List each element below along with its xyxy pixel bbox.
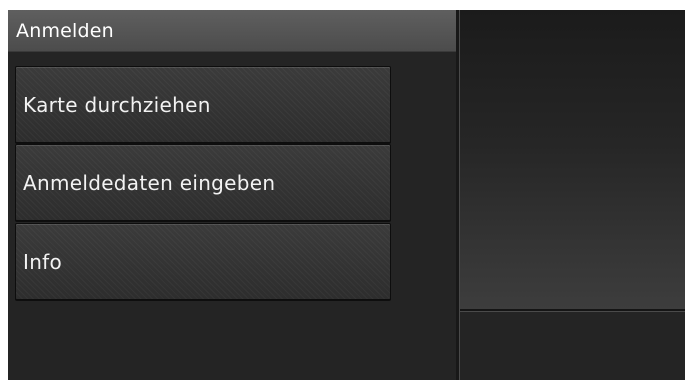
enter-credentials-button[interactable]: Anmeldedaten eingeben — [15, 144, 391, 221]
panel-divider — [456, 10, 459, 380]
side-panel — [460, 10, 685, 380]
title-bar: Anmelden — [8, 10, 456, 52]
side-panel-footer — [460, 311, 685, 380]
side-panel-display-area — [460, 10, 685, 311]
login-menu-panel: Anmelden Karte durchziehen Anmeldedaten … — [8, 10, 456, 380]
enter-credentials-label: Anmeldedaten eingeben — [23, 171, 276, 195]
page-title: Anmelden — [16, 20, 114, 42]
swipe-card-label: Karte durchziehen — [23, 93, 211, 117]
swipe-card-button[interactable]: Karte durchziehen — [15, 66, 391, 143]
touchscreen-display: Anmelden Karte durchziehen Anmeldedaten … — [8, 10, 685, 380]
info-button[interactable]: Info — [15, 223, 391, 300]
info-label: Info — [23, 250, 63, 274]
